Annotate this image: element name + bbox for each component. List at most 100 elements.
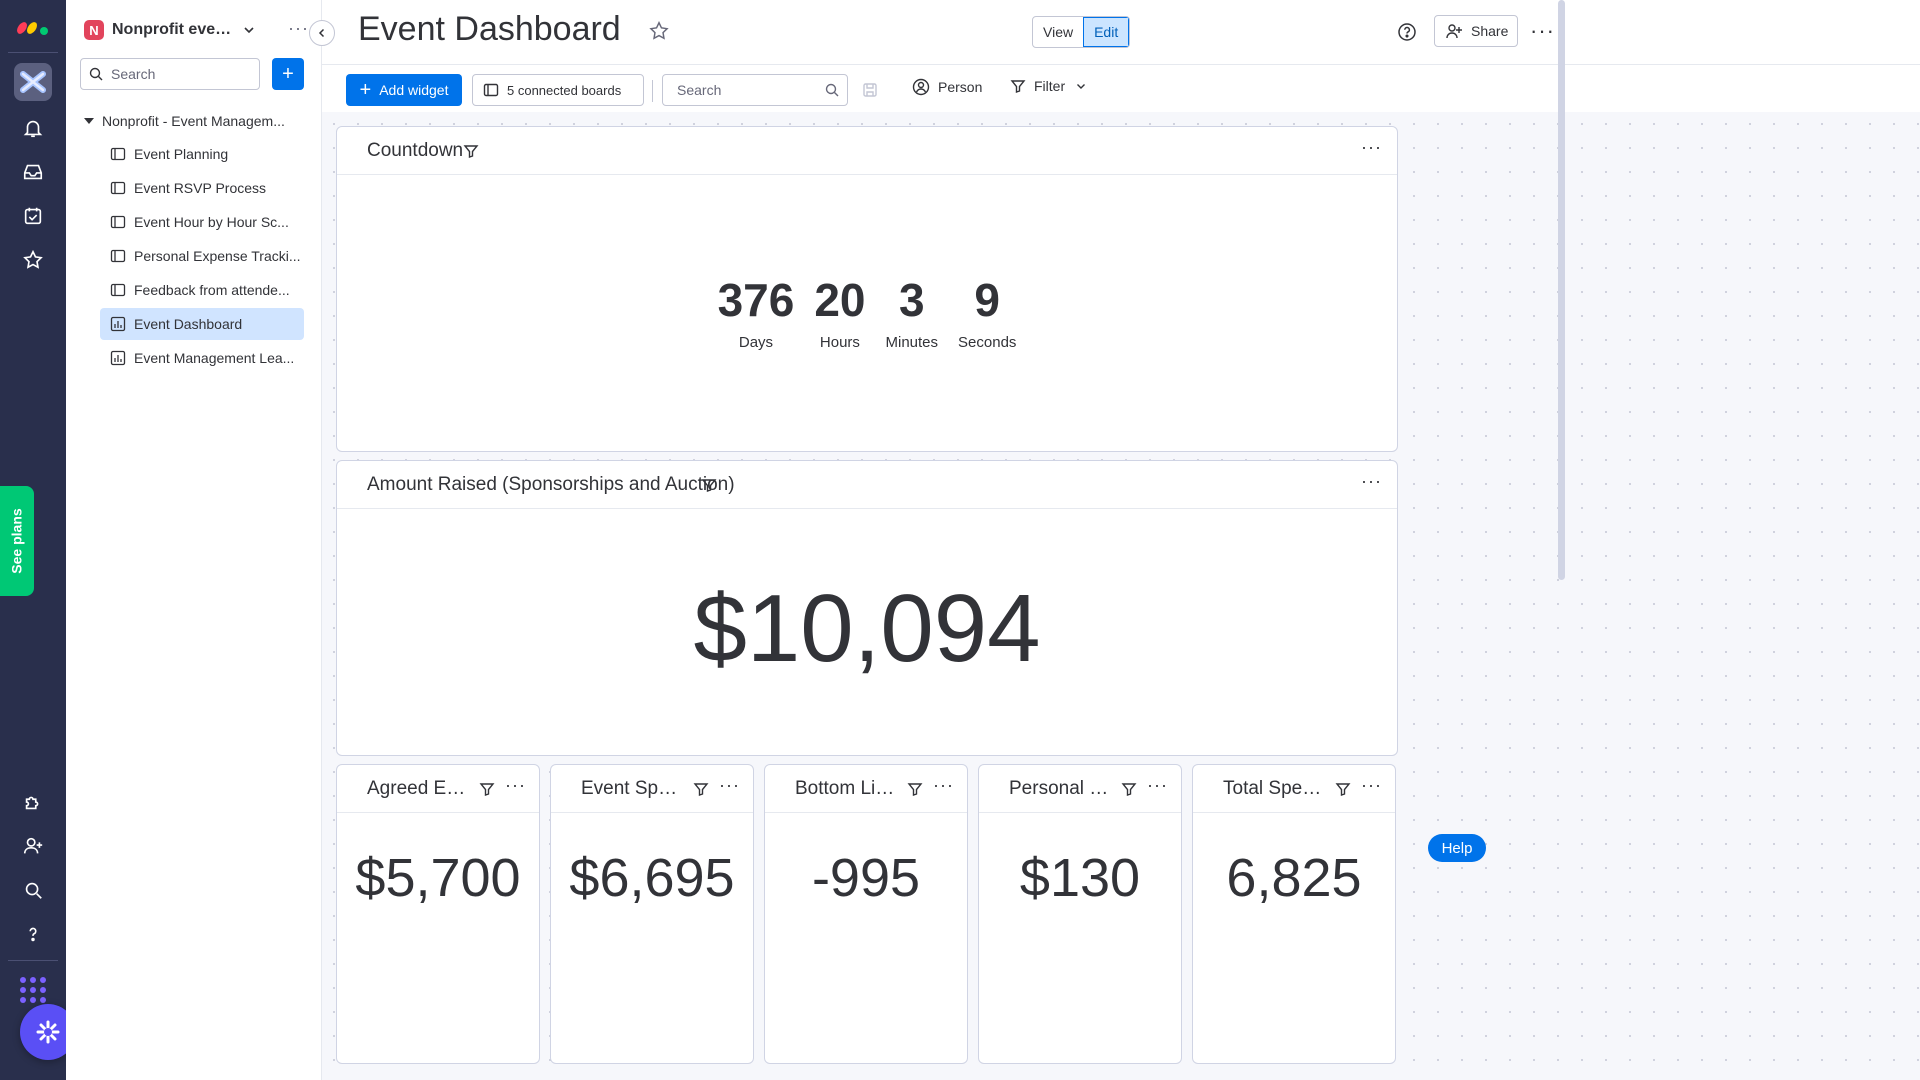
countdown-minutes-value: 3 xyxy=(898,274,925,327)
widget-header: Personal Exp... ··· xyxy=(979,765,1181,813)
filter-icon[interactable] xyxy=(701,477,717,493)
filter-icon[interactable] xyxy=(1335,781,1351,797)
chevron-down-icon[interactable] xyxy=(1075,80,1087,92)
number-widget: Personal Exp... ··· $130 xyxy=(978,764,1182,1064)
page-scrollbar[interactable] xyxy=(1556,0,1566,1080)
sidebar-item-label: Event Planning xyxy=(134,146,229,162)
apps-grid-icon[interactable] xyxy=(19,976,47,1004)
add-item-button[interactable]: + xyxy=(272,58,304,90)
widget-title: Personal Exp... xyxy=(1009,778,1113,799)
countdown-seconds-value: 9 xyxy=(974,274,1001,327)
sidebar-item-event-dashboard[interactable]: Event Dashboard xyxy=(100,308,304,340)
widget-header: Event Spend... ··· xyxy=(551,765,753,813)
puzzle-icon[interactable] xyxy=(20,789,46,815)
save-icon[interactable] xyxy=(862,82,878,98)
sidebar-item-event-hour-by-hour-sc[interactable]: Event Hour by Hour Sc... xyxy=(100,206,304,238)
dashboard-icon xyxy=(110,316,126,332)
rail-divider xyxy=(8,52,58,53)
help-button[interactable]: Help xyxy=(1428,834,1486,862)
chevron-down-icon[interactable] xyxy=(242,23,256,37)
countdown-days-label: Days xyxy=(738,333,774,351)
filter-icon[interactable] xyxy=(1121,781,1137,797)
header-divider xyxy=(322,64,1920,65)
bell-icon[interactable] xyxy=(20,115,46,141)
board-icon xyxy=(110,249,126,263)
inbox-icon[interactable] xyxy=(20,159,46,185)
person-filter-button[interactable]: Person xyxy=(912,78,982,96)
sidebar-item-personal-expense-tracki[interactable]: Personal Expense Tracki... xyxy=(100,240,304,272)
workspace-badge: N xyxy=(84,20,104,40)
widget-header: Agreed Even... ··· xyxy=(337,765,539,813)
view-mode-button[interactable]: View xyxy=(1033,17,1083,47)
search-icon xyxy=(89,67,103,81)
workspace-switcher[interactable] xyxy=(14,63,52,101)
widget-value: 6,825 xyxy=(1226,848,1362,908)
dashboard-search-input[interactable]: Search xyxy=(662,74,848,106)
board-icon xyxy=(483,83,499,97)
more-options-icon[interactable]: ··· xyxy=(1530,18,1555,44)
edit-mode-button[interactable]: Edit xyxy=(1083,17,1130,47)
widget-more-icon[interactable]: ··· xyxy=(1361,137,1382,158)
board-icon xyxy=(110,147,126,161)
sidebar-item-event-planning[interactable]: Event Planning xyxy=(100,138,304,170)
filter-icon[interactable] xyxy=(693,781,709,797)
widget-title: Agreed Even... xyxy=(367,778,471,799)
sidebar-search-input[interactable]: Search xyxy=(80,58,260,90)
widget-more-icon[interactable]: ··· xyxy=(1361,775,1382,796)
sidebar-item-event-rsvp-process[interactable]: Event RSVP Process xyxy=(100,172,304,204)
widget-header: Amount Raised (Sponsorships and Auction)… xyxy=(337,461,1397,509)
dashboard-icon xyxy=(110,350,126,366)
chevron-left-icon xyxy=(318,28,325,38)
sidebar-item-label: Event Management Lea... xyxy=(134,350,295,366)
question-circle-icon[interactable] xyxy=(1397,22,1417,42)
search-icon[interactable] xyxy=(20,877,46,903)
sidebar-item-event-management-lea[interactable]: Event Management Lea... xyxy=(100,342,304,374)
widget-title: Bottom Line ... xyxy=(795,778,899,799)
board-icon xyxy=(110,283,126,297)
workspace-sidebar: N Nonprofit even... ··· Search + Nonprof… xyxy=(66,0,322,1080)
view-edit-toggle: View Edit xyxy=(1032,16,1131,48)
monday-logo-icon[interactable] xyxy=(16,12,50,38)
filter-icon[interactable] xyxy=(463,143,479,159)
star-icon[interactable] xyxy=(20,247,46,273)
widget-more-icon[interactable]: ··· xyxy=(505,775,526,796)
see-plans-label: See plans xyxy=(9,508,25,574)
widget-value: $130 xyxy=(1019,848,1141,908)
number-widget: Bottom Line ... ··· -995 xyxy=(764,764,968,1064)
help-icon[interactable] xyxy=(20,921,46,947)
widget-title: Total Spent i... xyxy=(1223,778,1327,799)
filter-icon[interactable] xyxy=(907,781,923,797)
filter-icon[interactable] xyxy=(479,781,495,797)
widget-more-icon[interactable]: ··· xyxy=(933,775,954,796)
add-widget-label: Add widget xyxy=(379,82,449,98)
sidebar-item-feedback-from-attende[interactable]: Feedback from attende... xyxy=(100,274,304,306)
countdown-widget: Countdown ··· 376 Days 20 Hours 3 Minute… xyxy=(336,126,1398,452)
countdown-hours-label: Hours xyxy=(819,333,860,351)
favorite-star-icon[interactable] xyxy=(648,20,670,42)
number-widget: Total Spent i... ··· 6,825 xyxy=(1192,764,1396,1064)
calendar-icon[interactable] xyxy=(20,203,46,229)
add-widget-button[interactable]: + Add widget xyxy=(346,74,462,106)
workspace-header[interactable]: N Nonprofit even... ··· xyxy=(84,18,314,42)
workspace-logo-icon xyxy=(20,71,46,93)
number-widget: Agreed Even... ··· $5,700 xyxy=(336,764,540,1064)
connected-boards-button[interactable]: 5 connected boards xyxy=(472,74,644,106)
more-options-icon[interactable]: ··· xyxy=(288,18,309,39)
dashboard-search-placeholder: Search xyxy=(677,82,722,98)
share-button[interactable]: Share xyxy=(1434,15,1518,47)
folder-nonprofit-event-management[interactable]: Nonprofit - Event Managem... xyxy=(84,110,285,132)
widget-more-icon[interactable]: ··· xyxy=(1361,471,1382,492)
share-label: Share xyxy=(1471,23,1509,39)
sidebar-item-label: Event RSVP Process xyxy=(134,180,267,196)
see-plans-button[interactable]: See plans xyxy=(0,486,34,596)
dashboard-canvas: Countdown ··· 376 Days 20 Hours 3 Minute… xyxy=(322,112,1920,1080)
widget-more-icon[interactable]: ··· xyxy=(1147,775,1168,796)
folder-label: Nonprofit - Event Managem... xyxy=(102,113,285,129)
add-person-icon xyxy=(1446,24,1462,39)
invite-user-icon[interactable] xyxy=(20,833,46,859)
filter-button[interactable]: Filter xyxy=(1010,78,1095,94)
widget-more-icon[interactable]: ··· xyxy=(719,775,740,796)
collapse-sidebar-button[interactable] xyxy=(309,20,335,46)
countdown-hours: 20 Hours xyxy=(814,275,865,351)
scrollbar-thumb[interactable] xyxy=(1558,0,1565,580)
